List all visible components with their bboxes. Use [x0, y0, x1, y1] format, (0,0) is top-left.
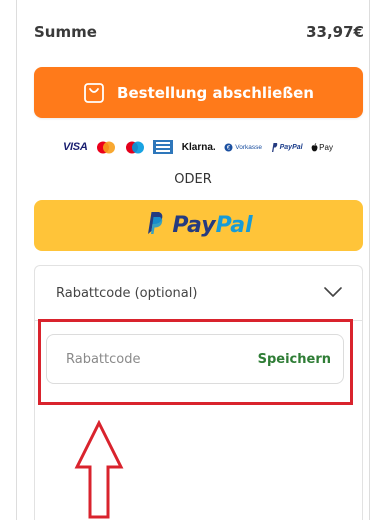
visa-logo: VISA	[63, 141, 88, 153]
complete-order-button[interactable]: Bestellung abschließen	[34, 67, 363, 118]
paypal-small-label: PayPal	[279, 143, 303, 151]
discount-code-field: Speichern	[46, 334, 344, 384]
total-value: 33,97€	[306, 23, 364, 41]
klarna-logo: Klarna.	[181, 141, 216, 153]
maestro-logo	[125, 141, 145, 154]
discount-code-toggle[interactable]: Rabattcode (optional)	[35, 266, 362, 320]
discount-code-input[interactable]	[66, 351, 246, 367]
apple-pay-logo: Pay	[311, 143, 333, 152]
vorkasse-logo: € Vorkasse	[224, 143, 262, 152]
discount-code-title: Rabattcode (optional)	[56, 285, 198, 301]
shopping-bag-icon	[83, 82, 105, 104]
payment-methods-row: VISA Klarna. € Vorkasse PayPal Pay	[63, 137, 333, 157]
vorkasse-label: Vorkasse	[235, 143, 263, 151]
complete-order-label: Bestellung abschließen	[117, 83, 314, 102]
paypal-wordmark-pay: Pay	[172, 213, 216, 238]
panel-right-border	[369, 0, 370, 520]
chevron-up-icon	[324, 284, 342, 302]
total-label: Summe	[34, 23, 97, 41]
paypal-small-logo: PayPal	[271, 142, 303, 152]
apple-pay-label: Pay	[319, 142, 333, 152]
paypal-button[interactable]: PayPal	[34, 200, 363, 251]
panel-left-border	[16, 0, 17, 520]
order-total-row: Summe 33,97€	[34, 22, 364, 42]
save-discount-button[interactable]: Speichern	[258, 352, 331, 367]
annotation-arrow-icon	[74, 420, 124, 519]
amex-logo	[153, 140, 174, 154]
paypal-p-icon	[144, 211, 164, 240]
paypal-wordmark: PayPal	[172, 213, 252, 238]
paypal-wordmark-pal: Pal	[215, 213, 253, 238]
mastercard-logo	[96, 141, 116, 154]
or-divider: ODER	[174, 172, 212, 187]
